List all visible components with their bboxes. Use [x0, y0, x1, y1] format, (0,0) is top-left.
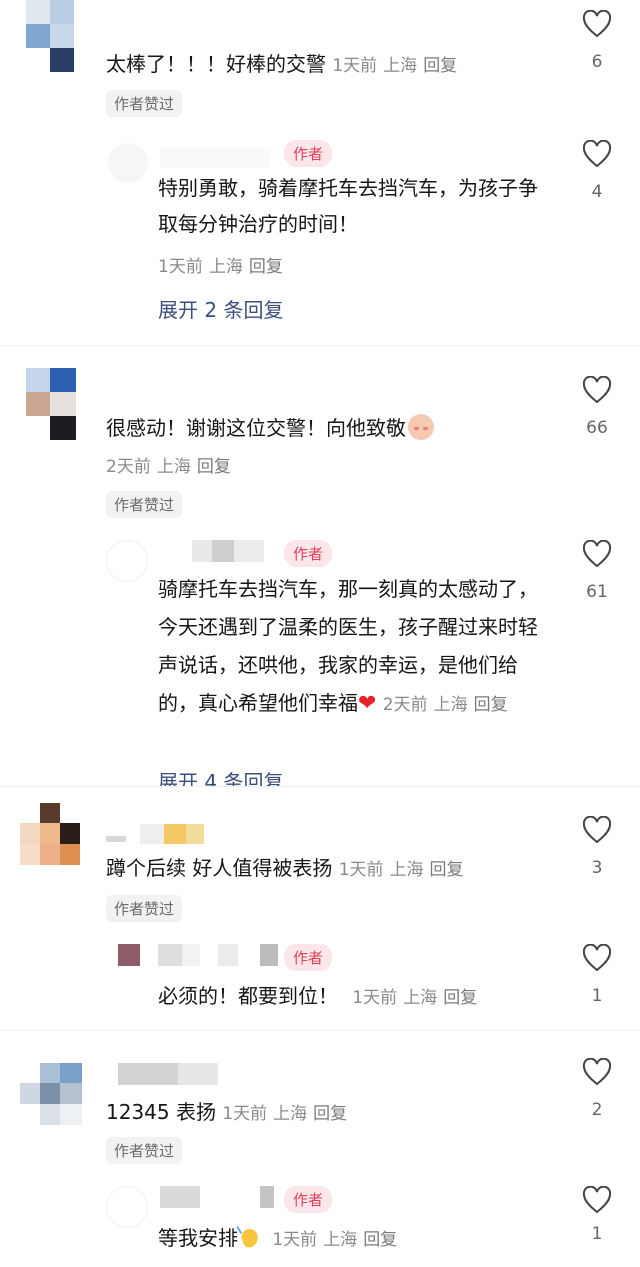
- comment-text: 太棒了！！！好棒的交警 1天前 上海 回复: [106, 52, 458, 76]
- like-button[interactable]: 66: [577, 376, 617, 438]
- author-tag: 作者: [284, 540, 333, 567]
- author-tag: 作者: [284, 944, 333, 971]
- reply-location: 上海: [403, 988, 438, 1008]
- comment-meta: 2天前 上海 回复: [106, 452, 231, 477]
- divider: [0, 345, 640, 346]
- reply-username[interactable]: [162, 540, 272, 562]
- reply-username[interactable]: [160, 148, 270, 168]
- like-button[interactable]: 1: [577, 1186, 617, 1244]
- comment-time: 1天前: [222, 1104, 268, 1124]
- reply-location: 上海: [323, 1230, 358, 1250]
- comment-text: 12345 表扬 1天前 上海 回复: [106, 1100, 348, 1124]
- comment-location: 上海: [156, 457, 191, 477]
- reply-avatar[interactable]: [106, 1186, 148, 1228]
- comment-time: 1天前: [338, 860, 384, 880]
- reply-button[interactable]: 回复: [430, 860, 464, 880]
- heart-outline-icon: [582, 816, 612, 844]
- author-liked-badge: 作者赞过: [106, 895, 183, 922]
- like-button[interactable]: 61: [577, 540, 617, 602]
- like-button[interactable]: 4: [577, 140, 617, 202]
- comment-location: 上海: [273, 1104, 308, 1124]
- reply-button[interactable]: 回复: [249, 257, 283, 277]
- commenter-avatar[interactable]: [26, 368, 76, 440]
- reply-button[interactable]: 回复: [313, 1104, 347, 1124]
- like-count: 3: [591, 858, 603, 878]
- heart-outline-icon: [582, 10, 612, 38]
- like-button[interactable]: 3: [577, 816, 617, 878]
- reply-time: 1天前: [352, 988, 398, 1008]
- like-count: 2: [591, 1100, 603, 1120]
- author-liked-badge: 作者赞过: [106, 90, 183, 117]
- blushing-face-emoji-icon: [408, 414, 434, 440]
- like-count: 1: [591, 986, 603, 1006]
- expand-replies-link[interactable]: 展开 4 条回复: [158, 766, 283, 786]
- reply-button[interactable]: 回复: [443, 988, 477, 1008]
- like-count: 61: [586, 582, 608, 602]
- reply-username[interactable]: [118, 944, 278, 966]
- comment-time: 1天前: [332, 56, 378, 76]
- reply-meta: 1天前 上海 回复: [158, 252, 283, 277]
- commenter-username[interactable]: [118, 1063, 218, 1085]
- reply-time: 1天前: [158, 257, 203, 277]
- commenter-avatar[interactable]: [20, 803, 80, 865]
- author-tag: 作者: [284, 140, 333, 167]
- like-count: 6: [591, 52, 603, 72]
- author-tag: 作者: [284, 1186, 333, 1213]
- like-count: 66: [586, 418, 608, 438]
- red-heart-emoji-icon: ❤: [358, 691, 377, 716]
- reply-text: 骑摩托车去挡汽车，那一刻真的太感动了，今天还遇到了温柔的医生，孩子醒过来时轻声说…: [158, 577, 538, 716]
- comment-text: 很感动！谢谢这位交警！向他致敬: [106, 412, 434, 441]
- reply-button[interactable]: 回复: [363, 1230, 397, 1250]
- reply-location: 上海: [433, 695, 468, 715]
- reply-location: 上海: [208, 257, 243, 277]
- reply-avatar[interactable]: [106, 540, 148, 582]
- reply-time: 1天前: [272, 1230, 318, 1250]
- like-button[interactable]: 6: [577, 10, 617, 72]
- reply-username[interactable]: [160, 1186, 280, 1208]
- heart-outline-icon: [582, 1058, 612, 1086]
- like-button[interactable]: 1: [577, 944, 617, 1006]
- heart-outline-icon: [582, 140, 612, 168]
- heart-outline-icon: [582, 540, 612, 568]
- commenter-avatar[interactable]: [26, 0, 74, 74]
- reply-time: 2天前: [382, 695, 428, 715]
- reply-avatar[interactable]: [108, 143, 148, 183]
- comment-location: 上海: [389, 860, 424, 880]
- reply-text: 必须的！都要到位！ 1天前 上海 回复: [158, 984, 478, 1008]
- reply-button[interactable]: 回复: [197, 457, 231, 477]
- comment-location: 上海: [383, 56, 418, 76]
- expand-replies-link[interactable]: 展开 2 条回复: [158, 294, 283, 323]
- heart-outline-icon: [582, 376, 612, 404]
- author-liked-badge: 作者赞过: [106, 491, 183, 518]
- heart-outline-icon: [582, 1186, 612, 1214]
- reply-button[interactable]: 回复: [423, 56, 457, 76]
- like-button[interactable]: 2: [577, 1058, 617, 1120]
- reply-button[interactable]: 回复: [474, 695, 508, 715]
- commenter-avatar[interactable]: [20, 1063, 82, 1125]
- waving-hand-emoji-icon: [236, 1224, 262, 1250]
- like-count: 1: [591, 1224, 603, 1244]
- author-liked-badge: 作者赞过: [106, 1137, 183, 1164]
- heart-outline-icon: [582, 944, 612, 972]
- reply-text: 特别勇敢，骑着摩托车去挡汽车，为孩子争取每分钟治疗的时间！: [158, 176, 538, 236]
- divider: [0, 786, 640, 787]
- comment-time: 2天前: [106, 457, 151, 477]
- reply-text: 等我安排 1天前 上海 回复: [158, 1224, 398, 1250]
- like-count: 4: [591, 182, 603, 202]
- expand-replies-clip: 展开 4 条回复: [158, 766, 283, 786]
- comment-text: 蹲个后续 好人值得被表扬 1天前 上海 回复: [106, 856, 464, 880]
- commenter-username[interactable]: [106, 824, 206, 844]
- divider: [0, 1030, 640, 1031]
